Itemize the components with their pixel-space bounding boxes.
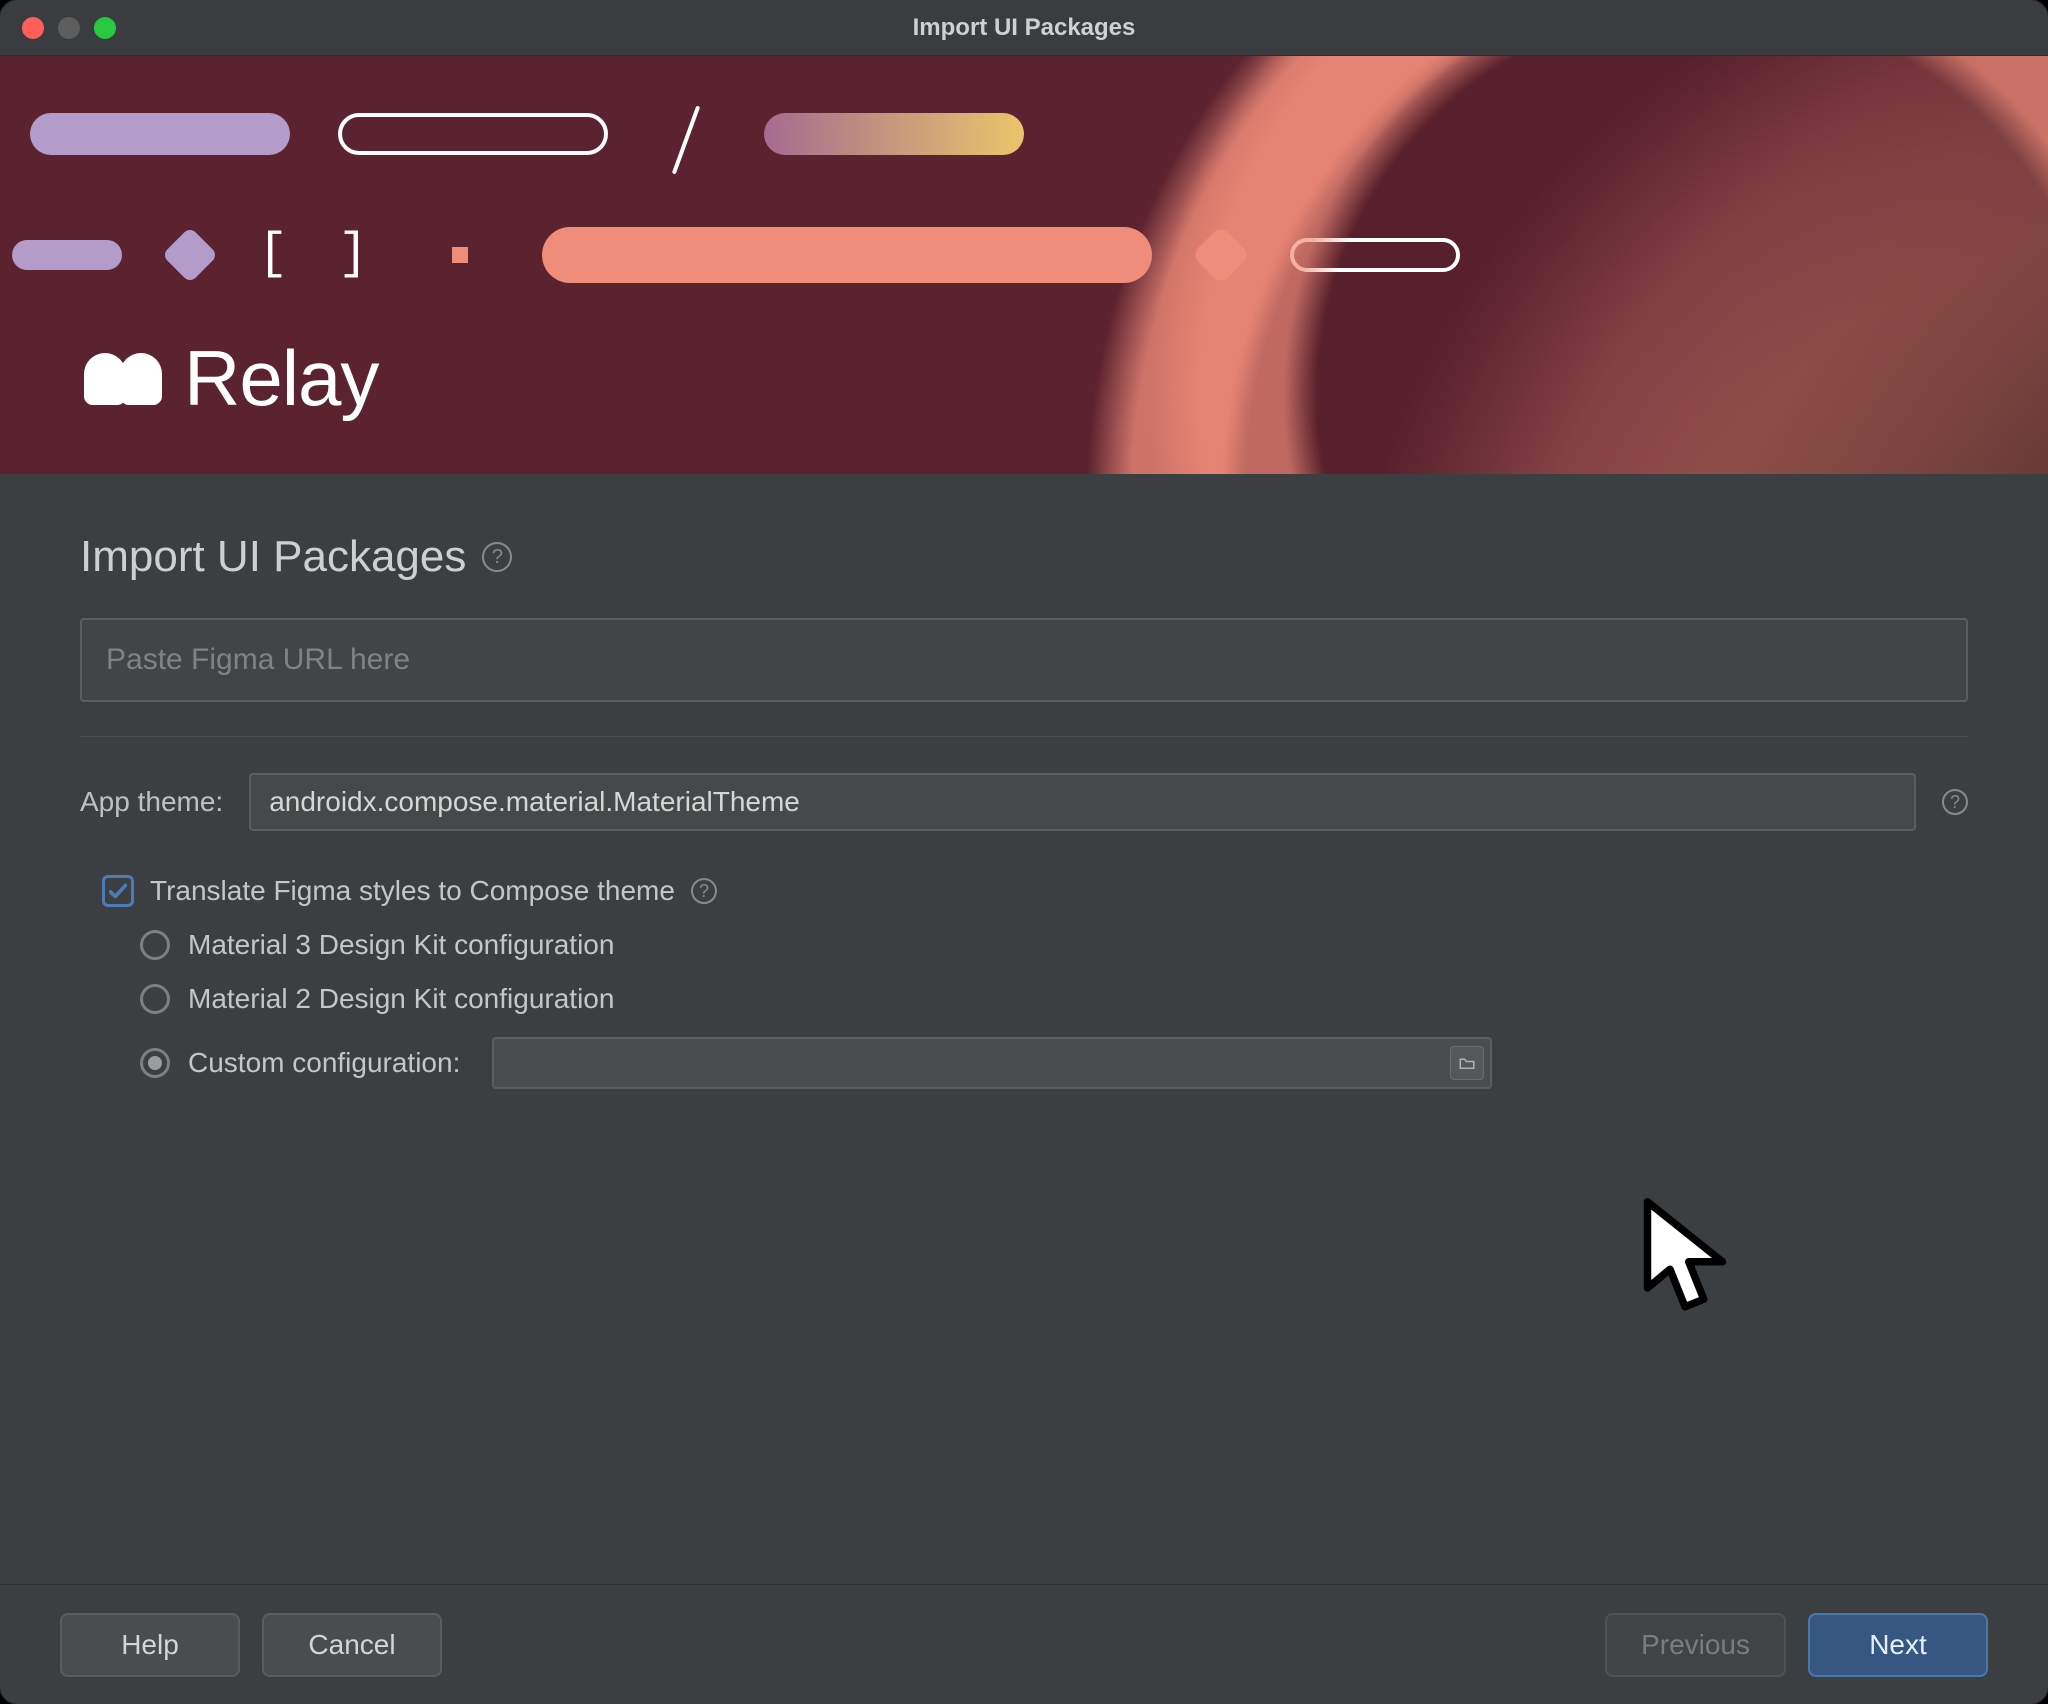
decor-outline-pill-icon [338, 113, 608, 155]
radio-material3-label: Material 3 Design Kit configuration [188, 929, 614, 961]
translate-styles-help-icon[interactable]: ? [691, 878, 717, 904]
minimize-icon[interactable] [58, 17, 80, 39]
decor-brackets-icon: [ ] [258, 226, 378, 283]
maximize-icon[interactable] [94, 17, 116, 39]
radio-material3[interactable] [140, 930, 170, 960]
cancel-button[interactable]: Cancel [262, 1613, 442, 1677]
import-ui-packages-dialog: Import UI Packages [ ] Relay Impo [0, 0, 2048, 1704]
app-theme-label: App theme: [80, 786, 223, 818]
decor-coral-diamond-icon [1191, 225, 1250, 284]
decor-outline-small-icon [1290, 238, 1460, 272]
previous-button[interactable]: Previous [1605, 1613, 1786, 1677]
window-title: Import UI Packages [0, 14, 2048, 42]
radio-material2[interactable] [140, 984, 170, 1014]
browse-button-icon[interactable] [1450, 1046, 1484, 1080]
app-theme-input[interactable] [249, 773, 1916, 831]
close-icon[interactable] [22, 17, 44, 39]
traffic-lights [22, 17, 116, 39]
decor-pill-icon [30, 113, 290, 155]
next-button[interactable]: Next [1808, 1613, 1988, 1677]
help-button[interactable]: Help [60, 1613, 240, 1677]
page-title: Import UI Packages [80, 532, 466, 582]
titlebar: Import UI Packages [0, 0, 2048, 56]
style-config-radio-group: Material 3 Design Kit configuration Mate… [140, 929, 1968, 1089]
relay-logo: Relay [78, 333, 378, 424]
dialog-content: Import UI Packages ? App theme: ? Transl… [0, 474, 2048, 1584]
figma-url-input[interactable] [80, 618, 1968, 702]
relay-mark-icon [78, 353, 162, 405]
divider [80, 736, 1968, 737]
radio-custom-config-label: Custom configuration: [188, 1047, 460, 1079]
hero-banner: [ ] Relay [0, 56, 2048, 474]
translate-styles-label: Translate Figma styles to Compose theme [150, 875, 675, 907]
relay-wordmark: Relay [184, 333, 378, 424]
custom-config-input[interactable] [492, 1037, 1492, 1089]
decor-diamond-icon [162, 226, 219, 283]
decor-square-icon [452, 247, 468, 263]
decor-gradient-pill-icon [764, 113, 1024, 155]
radio-custom-config[interactable] [140, 1048, 170, 1078]
page-title-help-icon[interactable]: ? [482, 542, 512, 572]
radio-material2-label: Material 2 Design Kit configuration [188, 983, 614, 1015]
translate-styles-checkbox[interactable] [102, 875, 134, 907]
decor-slash-icon [656, 104, 716, 164]
decor-short-pill-icon [12, 240, 122, 270]
decor-coral-pill-icon [542, 227, 1152, 283]
dialog-footer: Help Cancel Previous Next [0, 1584, 2048, 1704]
app-theme-help-icon[interactable]: ? [1942, 789, 1968, 815]
